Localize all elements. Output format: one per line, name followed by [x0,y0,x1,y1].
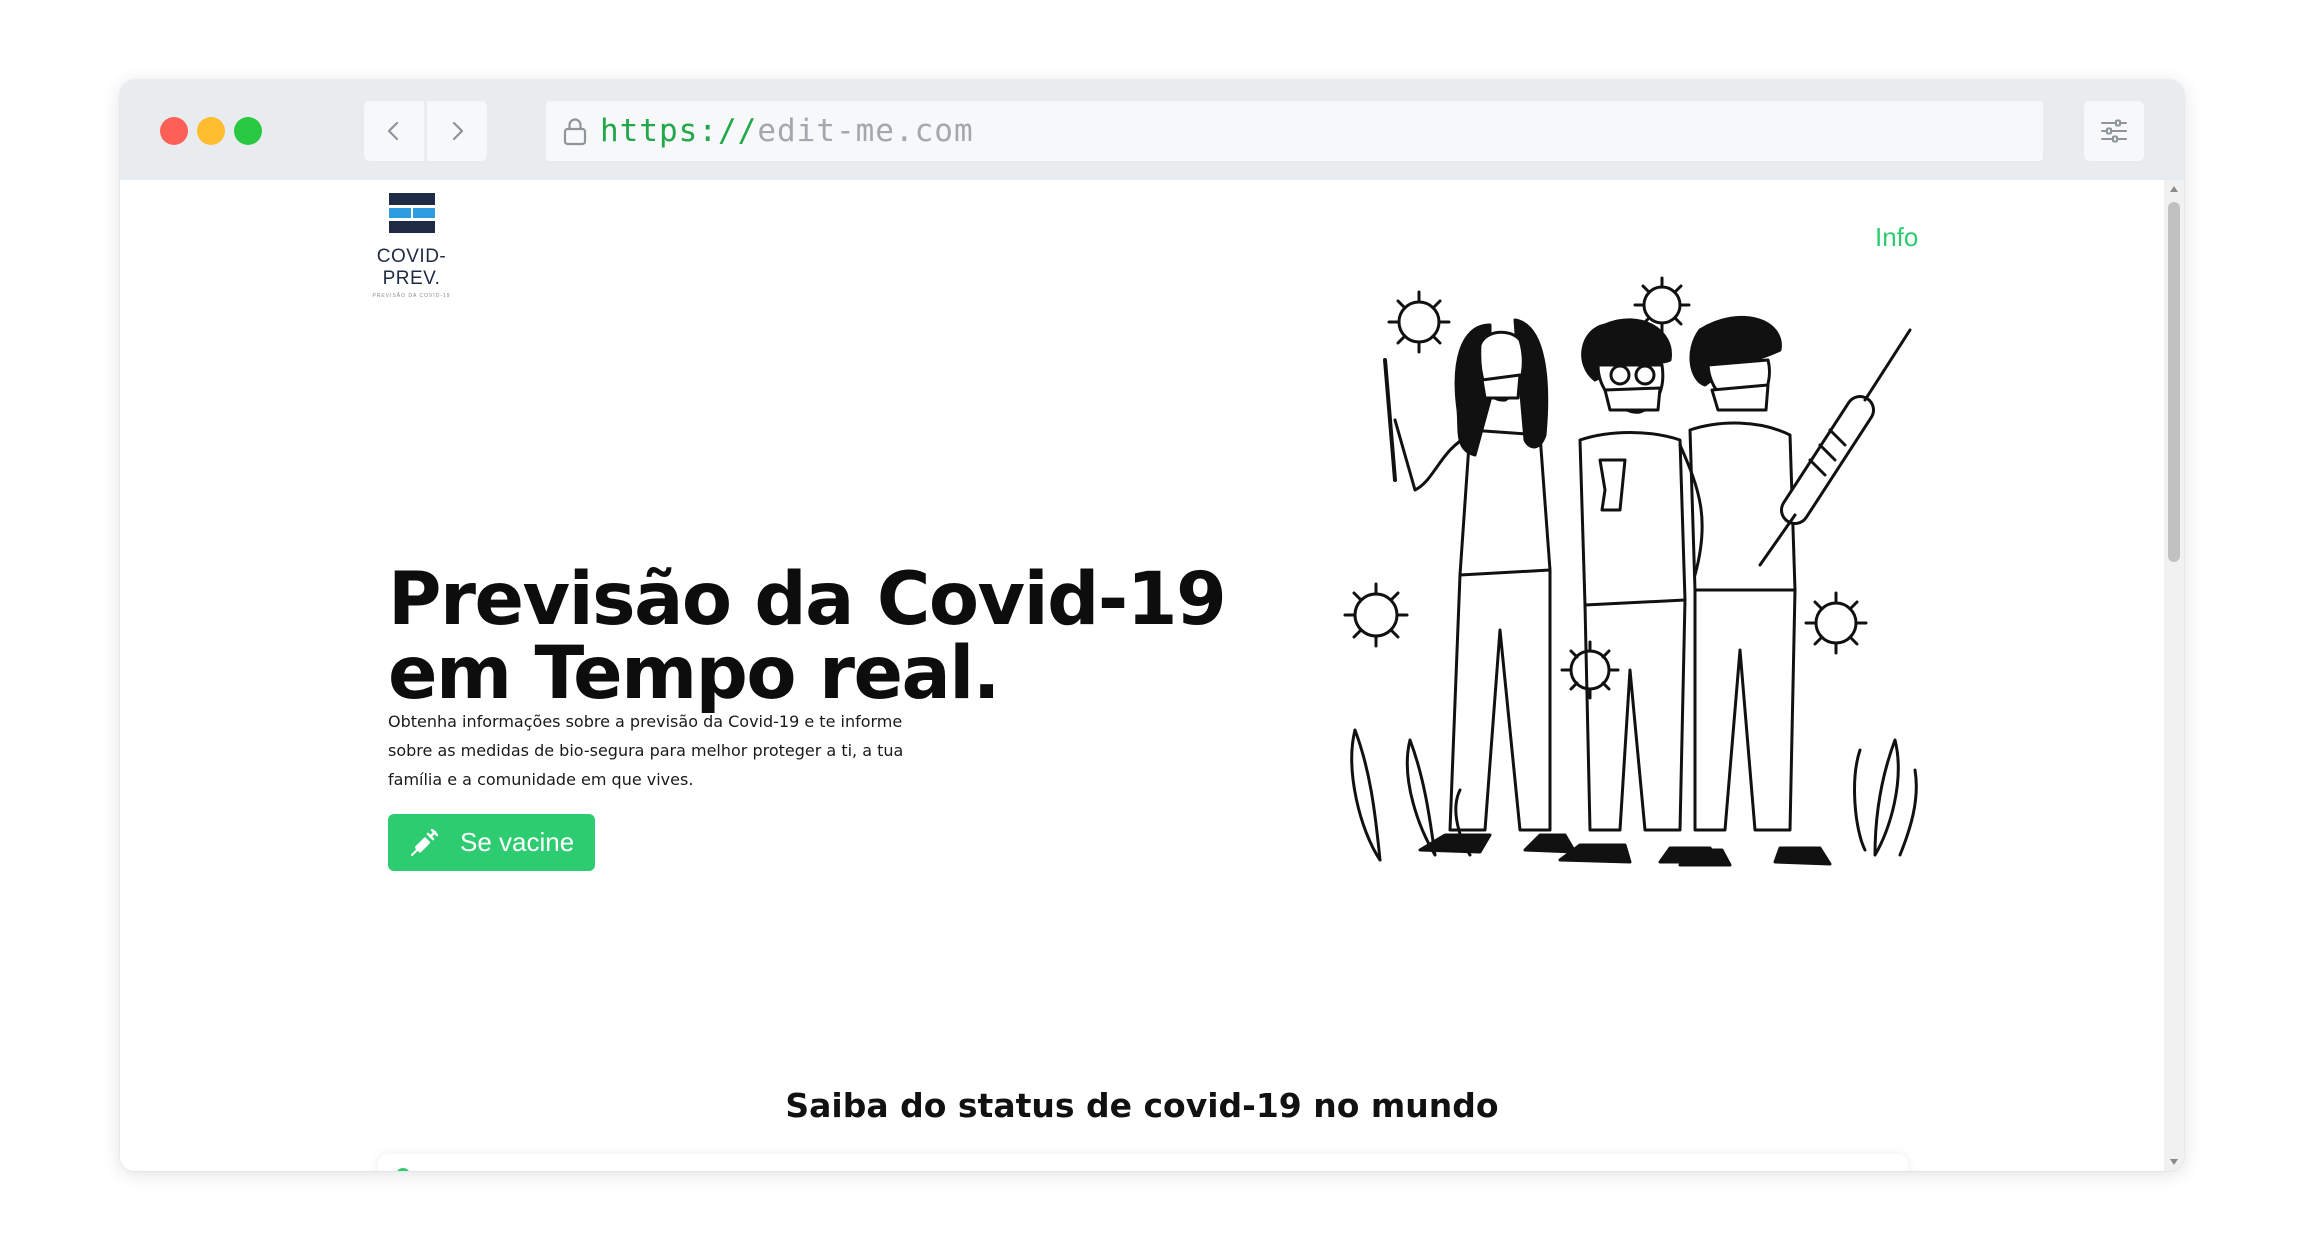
virus-icon [1560,640,1620,700]
hero-title-line-1: Previsão da Covid-19 [388,557,1227,642]
scrollbar-thumb[interactable] [2168,202,2180,562]
status-dot [396,1168,410,1171]
nav-info-link[interactable]: Info [1875,222,1918,253]
hero-title-line-2: em Tempo real. [388,631,1001,716]
status-section-title: Saiba do status de covid-19 no mundo [785,1086,1499,1125]
chevron-left-icon [387,121,399,141]
site-logo[interactable]: COVID-PREV. PREVISÃO DA COVID-19 [349,193,474,299]
minimize-window-button[interactable] [197,117,225,145]
chevron-right-icon [452,121,464,141]
virus-icon [1343,582,1409,648]
virus-icon [1804,591,1868,655]
maximize-window-button[interactable] [234,117,262,145]
close-window-button[interactable] [160,117,188,145]
people-with-masks-illustration [1343,276,1918,867]
syringe-icon [410,828,440,858]
scroll-down-icon[interactable] [2170,1159,2178,1165]
url-scheme: https:// [600,113,758,149]
logo-mark-icon [388,193,435,233]
scroll-up-icon[interactable] [2170,186,2178,192]
vertical-scrollbar[interactable] [2164,180,2184,1171]
url-text: https://edit-me.com [600,113,974,149]
address-bar[interactable]: https://edit-me.com [546,101,2043,161]
browser-toolbar: https://edit-me.com [120,80,2184,180]
lock-icon [560,116,590,146]
forward-button[interactable] [427,101,487,161]
logo-text: COVID-PREV. [376,246,447,289]
logo-tagline: PREVISÃO DA COVID-19 [372,293,451,299]
hero-title: Previsão da Covid-19 em Tempo real. [388,563,1248,711]
hero-description: Obtenha informações sobre a previsão da … [388,712,904,789]
vaccinate-button[interactable]: Se vacine [388,814,595,871]
page-viewport: COVID-PREV. PREVISÃO DA COVID-19 Info Pr… [120,180,2164,1171]
virus-icon [1387,290,1451,354]
url-host: edit-me.com [757,113,974,149]
browser-window: https://edit-me.com COVID-PREV. PREVISÃO… [120,80,2184,1171]
back-button[interactable] [364,101,424,161]
status-card [378,1154,1908,1171]
vaccinate-button-label: Se vacine [460,827,575,857]
sliders-icon [2101,119,2127,143]
browser-menu-button[interactable] [2084,101,2144,161]
